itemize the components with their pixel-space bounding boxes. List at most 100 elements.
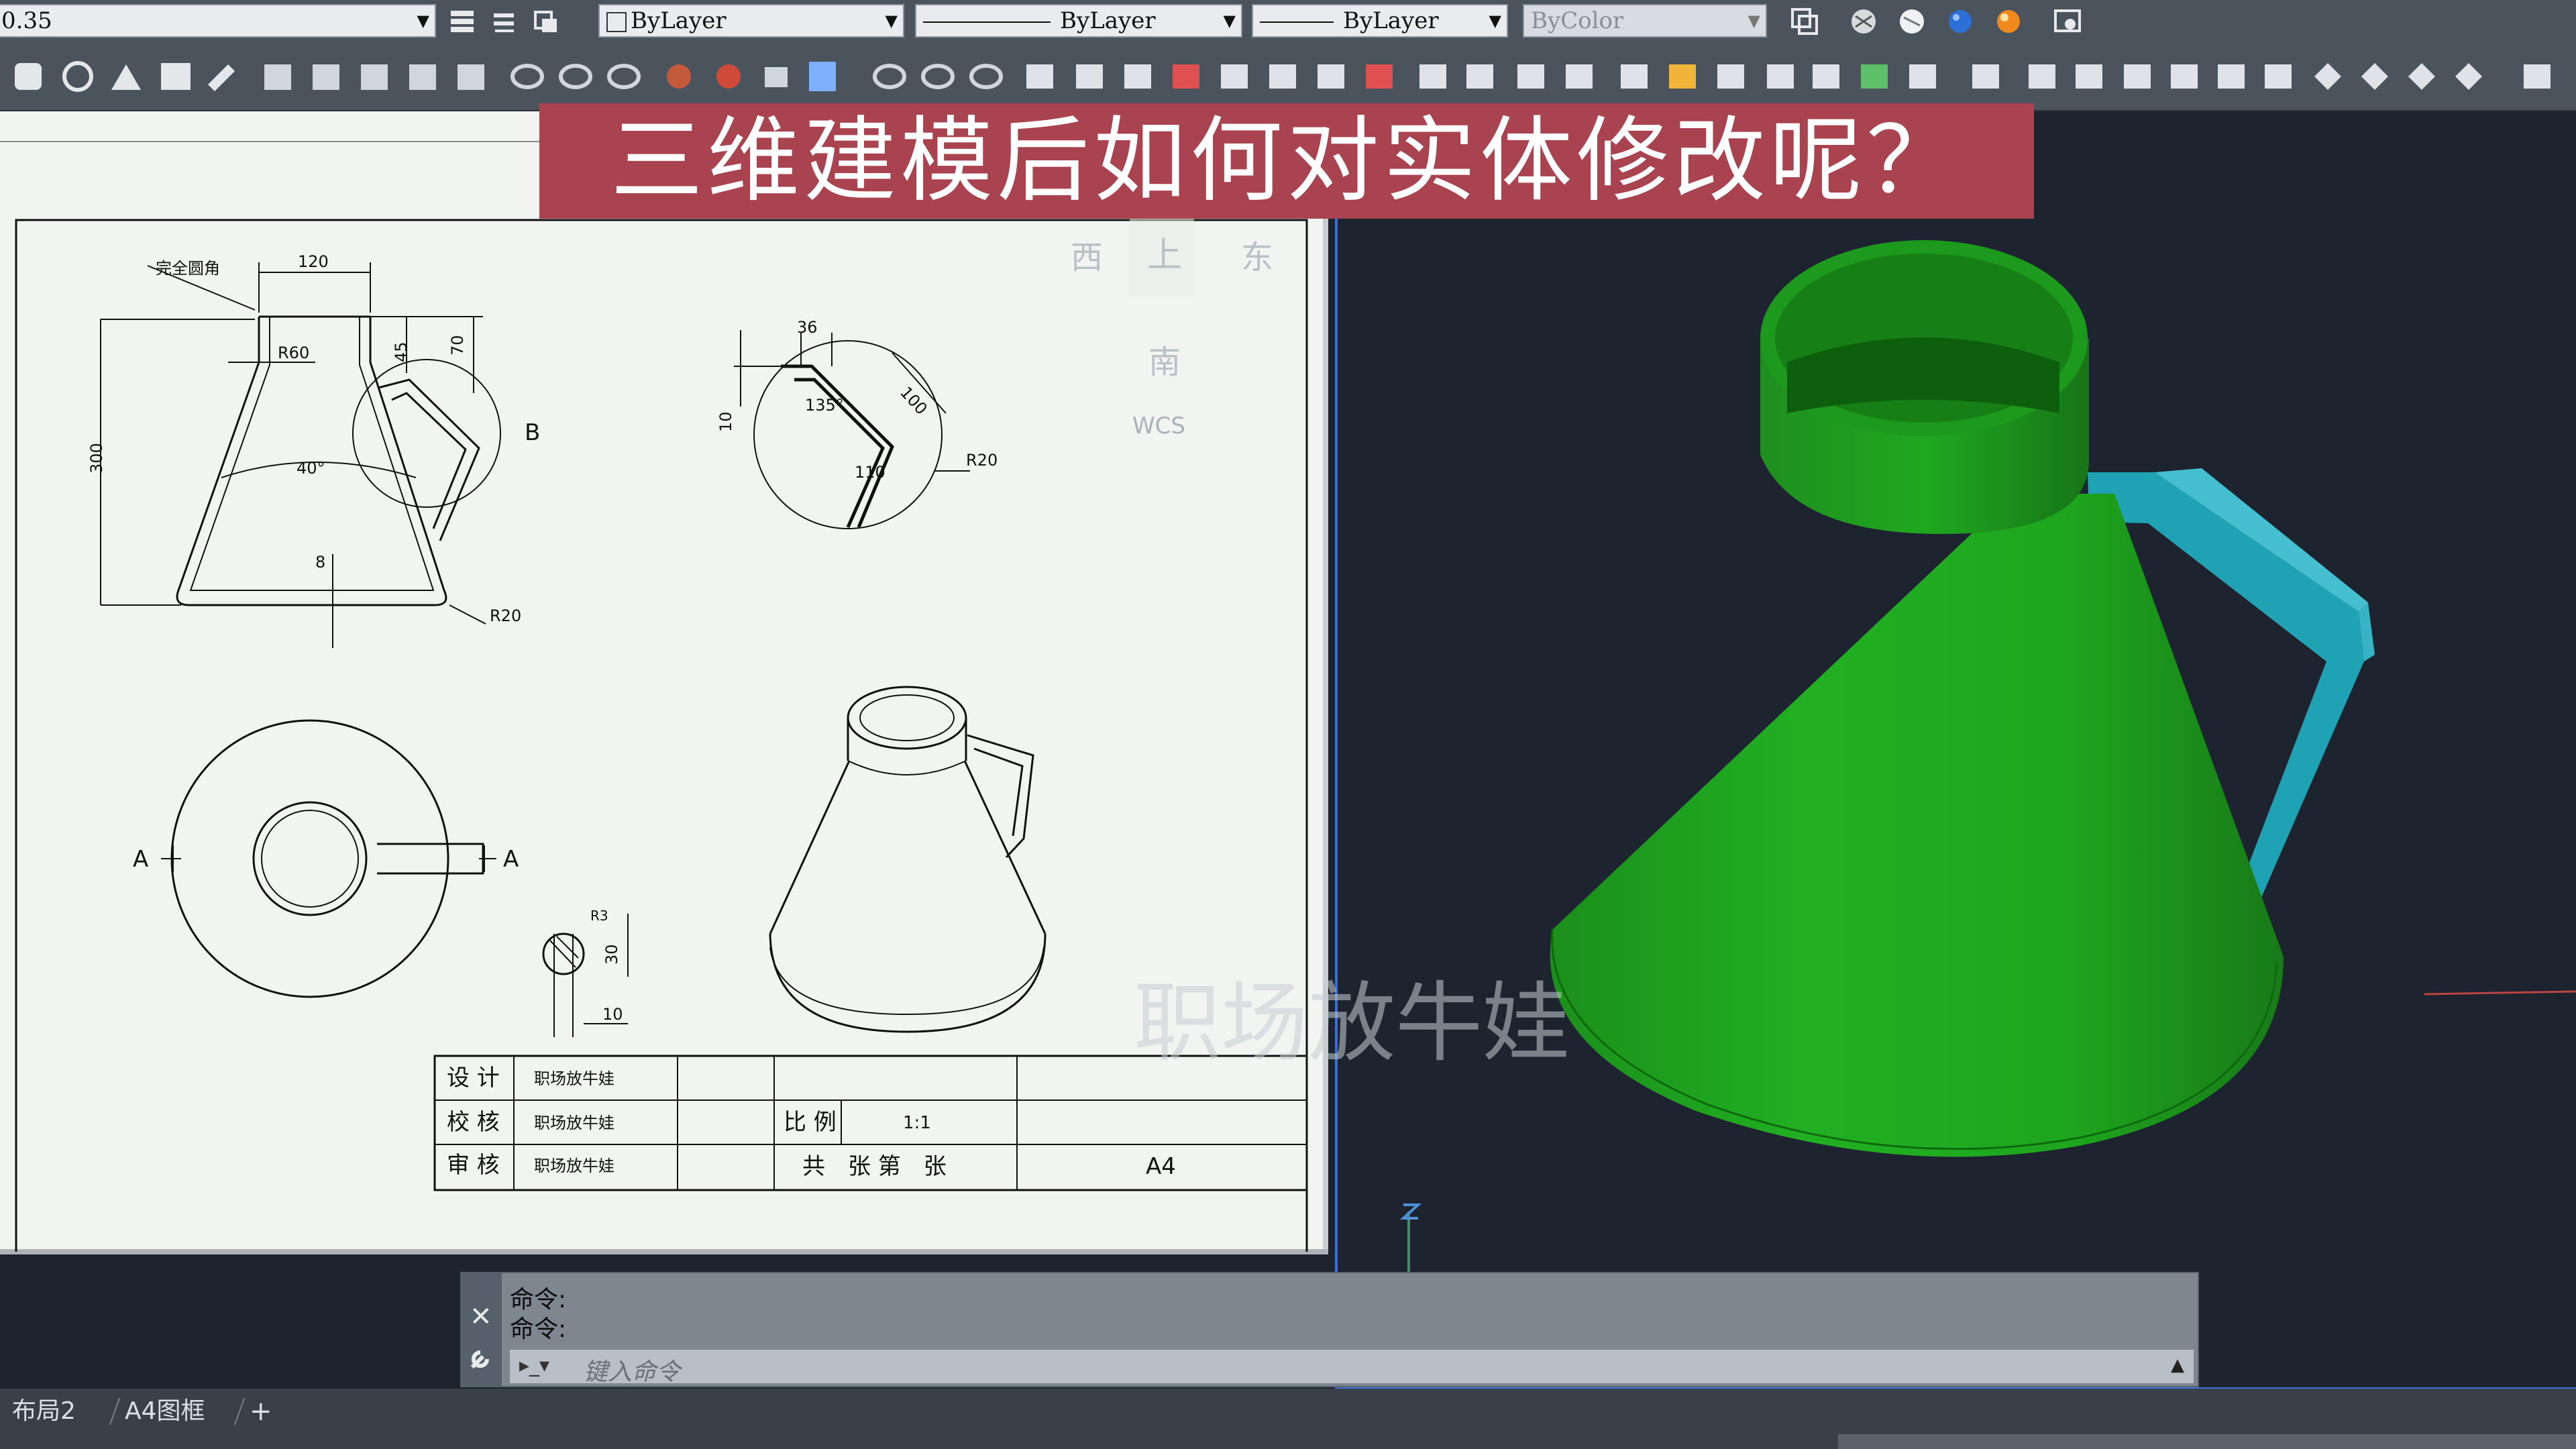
add-layout-button[interactable]: + [250,1394,272,1429]
view-se-icon[interactable] [2314,63,2341,90]
intersect-icon[interactable] [361,64,388,90]
view-front-icon[interactable] [2171,64,2198,89]
view-ne-icon[interactable] [2361,63,2388,90]
taper-faces-icon[interactable] [1269,64,1296,89]
layer-combo[interactable]: ByLayer ▼ [598,4,904,38]
red-line-fragment [2424,990,2576,996]
extrude-faces-icon[interactable] [1026,64,1053,89]
camera-icon[interactable] [2524,64,2551,89]
detail-handle-profile [781,364,894,529]
color-faces-icon[interactable] [1366,64,1393,89]
color-edges-icon[interactable] [1419,64,1446,89]
union-op-icon[interactable] [511,64,544,89]
render-window-icon[interactable] [2050,4,2085,39]
slice-icon[interactable] [1767,64,1794,89]
viewcube-east[interactable]: 东 [1241,239,1273,276]
iso-cone-sides [769,760,1046,934]
tab-layout2[interactable]: 布局2 [12,1394,76,1429]
chevron-down-icon[interactable]: ▼ [1489,5,1501,36]
box-icon[interactable] [15,63,42,90]
shell-icon[interactable] [1669,64,1696,89]
delete-faces-icon[interactable] [1173,64,1199,89]
section-mark-a [161,845,496,872]
press-pull-icon[interactable] [208,64,235,91]
sphere-icon[interactable] [62,61,93,92]
section-a-right-label: A [503,846,519,873]
layer-properties-icon[interactable] [445,4,480,39]
intersect-op2-icon[interactable] [969,64,1003,89]
design-name: 职场放牛娃 [534,1069,614,1088]
lineweight-value: 0.35 [1,7,52,34]
chevron-down-icon[interactable]: ▼ [1748,5,1760,36]
ucs-icon[interactable] [716,64,741,89]
interfere-icon[interactable] [1861,64,1888,89]
check-label: 校 核 [447,1109,500,1136]
named-views-icon[interactable] [2455,63,2482,90]
view-back-icon[interactable] [2218,64,2245,89]
offset-faces-icon[interactable] [1124,64,1151,89]
intersect-op-icon[interactable] [607,64,641,89]
subtract-op-icon[interactable] [559,64,592,89]
viewcube-top[interactable]: 上 [1147,235,1182,276]
view-bottom-icon[interactable] [2029,64,2055,89]
move-faces-icon[interactable] [1076,64,1103,89]
union-op2-icon[interactable] [873,64,906,89]
viewcube[interactable]: 西 上 东 南 WCS [1020,201,1275,483]
chevron-down-icon[interactable]: ▼ [417,5,429,36]
cone-icon[interactable] [111,64,141,90]
move-3d-icon[interactable] [765,67,788,87]
wrench-icon[interactable] [467,1343,496,1373]
flask-body-3d[interactable] [1550,494,2284,1157]
blue-sphere-icon[interactable] [1943,4,1978,39]
rotate-faces-icon[interactable] [1221,64,1248,89]
command-prompt-icon[interactable]: ▸_▾ [519,1354,549,1377]
separate-icon[interactable] [1621,64,1648,89]
dim-r20-detail-text: R20 [966,451,998,470]
view-right-icon[interactable] [2124,64,2151,89]
orbit-icon[interactable] [667,64,691,89]
light-icon[interactable] [1991,4,2026,39]
copy-faces-icon[interactable] [1318,64,1344,89]
copy-edges-icon[interactable] [1466,64,1493,89]
view-nw-icon[interactable] [2408,63,2435,90]
lineweight-value-combo[interactable]: 0.35 ▼ [0,4,436,38]
dim-30-text: 30 [602,944,621,965]
command-input[interactable]: ▸_▾ 键入命令 ▲ [510,1350,2194,1386]
check-icon[interactable] [1717,64,1744,89]
subtract-op2-icon[interactable] [921,64,955,89]
revolve-icon[interactable] [409,64,436,90]
extrude-icon[interactable] [161,63,191,90]
material-icon[interactable] [1894,4,1929,39]
view-top-icon[interactable] [1972,64,1999,89]
array-3d-icon[interactable] [809,62,836,91]
3d-model-view[interactable] [1331,219,2576,1386]
tab-a4-frame[interactable]: A4图框 [125,1394,205,1429]
view-copy-icon[interactable] [1787,4,1822,39]
linetype-combo[interactable]: ByLayer ▼ [915,4,1242,38]
wcs-label[interactable]: WCS [1132,413,1185,439]
iso-neck-top-inner [859,694,955,741]
union-icon[interactable] [264,64,291,90]
view-left-icon[interactable] [2076,64,2102,89]
view-sw-icon[interactable] [2265,64,2292,89]
chevron-up-icon[interactable]: ▲ [2171,1355,2184,1375]
clean-icon[interactable] [1566,64,1593,89]
imprint-icon[interactable] [1517,64,1544,89]
dim-r60-text: R60 [278,343,309,362]
match-layer-icon[interactable] [529,4,564,39]
layer-state-icon[interactable] [487,4,522,39]
lineweight-combo[interactable]: ByLayer ▼ [1252,4,1508,38]
subtract-icon[interactable] [313,64,339,90]
viewcube-west[interactable]: 西 [1071,239,1103,276]
sweep-icon[interactable] [458,64,484,90]
viewcube-south[interactable]: 南 [1148,343,1181,381]
top-view-neck-inner [261,810,359,908]
top-view-outer-circle [170,719,449,998]
flatshot-icon[interactable] [1909,64,1936,89]
close-icon[interactable]: ✕ [470,1301,492,1332]
render-icon[interactable] [1846,4,1881,39]
chevron-down-icon[interactable]: ▼ [885,5,898,36]
chevron-down-icon[interactable]: ▼ [1224,5,1236,36]
color-combo[interactable]: ByColor ▼ [1523,4,1767,38]
section-icon[interactable] [1813,64,1839,89]
